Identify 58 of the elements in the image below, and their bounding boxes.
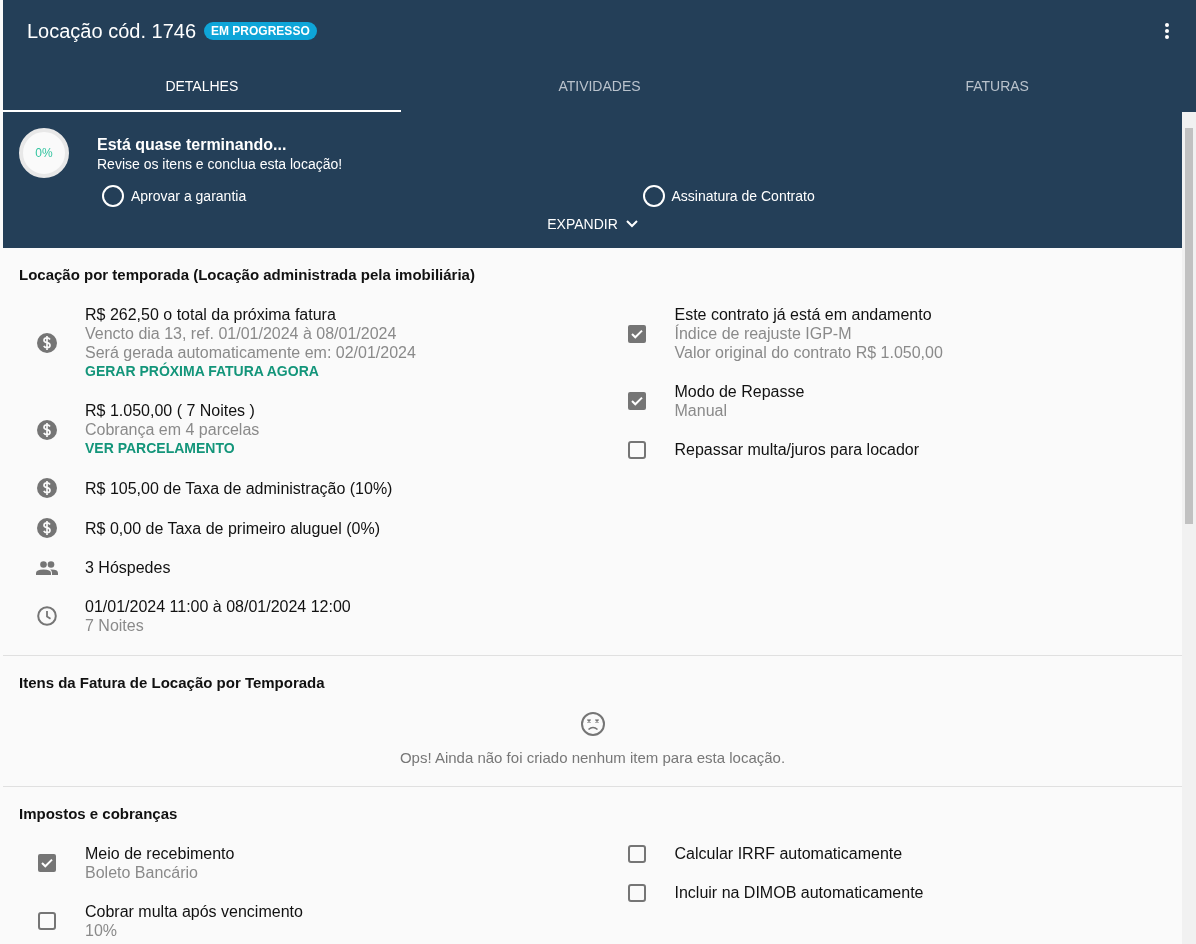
item-text: Calcular IRRF automaticamente — [674, 844, 903, 863]
item-detail: 10% — [85, 921, 119, 940]
checkbox[interactable] — [627, 844, 646, 863]
task-label: Assinatura de Contrato — [671, 188, 815, 204]
task-label: Aprovar a garantia — [131, 188, 247, 204]
item-text: Este contrato já está em andamento — [674, 305, 933, 324]
item-text: Meio de recebimento — [85, 844, 235, 863]
checkbox[interactable] — [627, 392, 646, 410]
dollar-icon — [37, 478, 57, 498]
checkbox[interactable] — [627, 883, 646, 902]
progress-subtitle: Revise os itens e conclua esta locação! — [97, 156, 343, 172]
clock-icon — [37, 606, 57, 626]
expand-button[interactable]: EXPANDIR — [543, 214, 642, 234]
item-text: Cobrar multa após vencimento — [85, 902, 303, 921]
tab[interactable]: FATURAS — [798, 62, 1196, 112]
item-text: R$ 0,00 de Taxa de primeiro aluguel (0%) — [85, 518, 380, 538]
status-badge: EM PROGRESSO — [204, 22, 317, 40]
people-icon — [36, 560, 58, 575]
item-text: R$ 105,00 de Taxa de administração (10%) — [85, 478, 393, 498]
checkbox[interactable] — [38, 912, 56, 930]
checkbox[interactable] — [627, 440, 646, 459]
task-radio-icon[interactable] — [641, 184, 666, 208]
section-title: Impostos e cobranças — [18, 805, 179, 822]
section-title: Locação por temporada (Locação administrada pela imobiliária) — [18, 266, 476, 283]
tab[interactable]: ATIVIDADES — [400, 62, 799, 112]
dollar-icon — [37, 419, 57, 440]
item-detail: 7 Noites — [85, 616, 145, 635]
item-text: Incluir na DIMOB automaticamente — [674, 883, 924, 902]
item-detail: Índice de reajuste IGP-M — [674, 324, 853, 343]
scrollbar-thumb[interactable] — [1185, 128, 1193, 524]
dollar-icon — [37, 333, 57, 353]
empty-message: Ops! Ainda não foi criado nenhum item para esta locação. — [399, 749, 786, 766]
chevron-down-icon — [625, 220, 638, 228]
item-text: R$ 262,50 o total da próxima fatura — [85, 305, 337, 324]
progress-ring: 0% — [19, 128, 69, 178]
item-detail: Boleto Bancário — [85, 863, 199, 882]
task-radio-icon[interactable] — [101, 184, 125, 208]
action-link[interactable]: VER PARCELAMENTO — [85, 439, 260, 458]
checkbox[interactable] — [38, 854, 56, 872]
item-text: R$ 1.050,00 ( 7 Noites ) — [85, 401, 256, 420]
progress-title: Está quase terminando... — [97, 136, 288, 154]
page-title: Locação cód. 1746 — [27, 19, 197, 43]
item-detail: Valor original do contrato R$ 1.050,00 — [674, 343, 943, 362]
more-menu-icon[interactable] — [1164, 22, 1170, 40]
section-title: Itens da Fatura de Locação por Temporada — [18, 674, 326, 691]
item-text: 3 Hóspedes — [85, 558, 171, 577]
item-text: Repassar multa/juros para locador — [674, 440, 920, 459]
scrollbar[interactable] — [1182, 112, 1196, 944]
action-link[interactable]: GERAR PRÓXIMA FATURA AGORA — [85, 362, 416, 381]
dollar-icon — [37, 518, 57, 538]
item-detail: Manual — [674, 401, 728, 420]
item-detail: Será gerada automaticamente em: 02/01/2024 — [85, 343, 416, 362]
item-detail: Cobrança em 4 parcelas — [85, 420, 260, 439]
checkbox[interactable] — [627, 324, 646, 343]
item-text: 01/01/2024 11:00 à 08/01/2024 12:00 — [85, 597, 351, 616]
sad-face-icon — [579, 711, 606, 737]
item-detail: Vencto dia 13, ref. 01/01/2024 à 08/01/2024 — [85, 324, 398, 343]
item-text: Modo de Repasse — [674, 382, 805, 401]
